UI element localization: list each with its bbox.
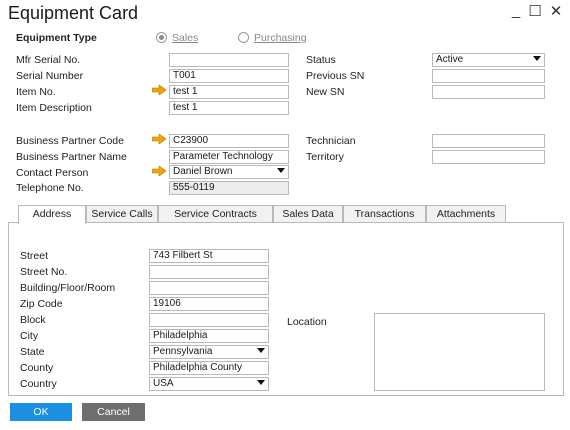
cancel-button[interactable]: Cancel — [82, 403, 145, 421]
state-value: Pennsylvania — [153, 346, 213, 357]
chevron-down-icon — [277, 168, 285, 173]
building-field[interactable] — [149, 281, 269, 295]
city-label: City — [20, 330, 39, 342]
status-label: Status — [306, 54, 336, 66]
zip-code-field[interactable]: 19106 — [149, 297, 269, 311]
purchasing-radio[interactable] — [238, 32, 249, 43]
maximize-icon[interactable]: ☐ — [526, 2, 544, 20]
country-value: USA — [153, 378, 174, 389]
item-description-field[interactable]: test 1 — [169, 101, 289, 115]
block-field[interactable] — [149, 313, 269, 327]
building-label: Building/Floor/Room — [20, 282, 116, 294]
zip-code-label: Zip Code — [20, 298, 63, 310]
minimize-icon[interactable]: _ — [507, 2, 525, 19]
street-field[interactable]: 743 Filbert St — [149, 249, 269, 263]
street-label: Street — [20, 250, 49, 262]
item-no-label: Item No. — [16, 86, 56, 98]
location-field[interactable] — [374, 313, 545, 391]
country-select[interactable]: USA — [149, 377, 269, 391]
bp-code-field[interactable]: C23900 — [169, 134, 289, 148]
technician-label: Technician — [306, 135, 356, 147]
status-value: Active — [436, 54, 464, 65]
county-field[interactable]: Philadelphia County — [149, 361, 269, 375]
tab-address[interactable]: Address — [18, 205, 86, 224]
street-no-field[interactable] — [149, 265, 269, 279]
territory-field[interactable] — [432, 150, 545, 164]
bp-code-label: Business Partner Code — [16, 135, 124, 147]
close-icon[interactable]: ✕ — [547, 2, 565, 20]
sales-radio-label[interactable]: Sales — [172, 32, 198, 44]
contact-person-select[interactable]: Daniel Brown — [169, 165, 289, 179]
contact-person-label: Contact Person — [16, 167, 89, 179]
equipment-type-label: Equipment Type — [16, 32, 97, 44]
state-label: State — [20, 346, 45, 358]
tab-sales-data[interactable]: Sales Data — [273, 205, 343, 223]
telephone-field: 555-0119 — [169, 181, 289, 195]
chevron-down-icon — [257, 380, 265, 385]
tab-service-contracts[interactable]: Service Contracts — [158, 205, 273, 223]
block-label: Block — [20, 314, 46, 326]
territory-label: Territory — [306, 151, 344, 163]
tab-transactions[interactable]: Transactions — [343, 205, 426, 223]
purchasing-radio-label[interactable]: Purchasing — [254, 32, 307, 44]
new-sn-field[interactable] — [432, 85, 545, 99]
city-field[interactable]: Philadelphia — [149, 329, 269, 343]
mfr-serial-field[interactable] — [169, 53, 289, 67]
telephone-label: Telephone No. — [16, 182, 84, 194]
state-select[interactable]: Pennsylvania — [149, 345, 269, 359]
chevron-down-icon — [533, 56, 541, 61]
link-arrow-icon[interactable] — [152, 134, 166, 144]
status-select[interactable]: Active — [432, 53, 545, 67]
serial-number-label: Serial Number — [16, 70, 84, 82]
ok-button[interactable]: OK — [10, 403, 72, 421]
street-no-label: Street No. — [20, 266, 68, 278]
previous-sn-field[interactable] — [432, 69, 545, 83]
sales-radio[interactable] — [156, 32, 167, 43]
county-label: County — [20, 362, 54, 374]
chevron-down-icon — [257, 348, 265, 353]
previous-sn-label: Previous SN — [306, 70, 365, 82]
link-arrow-icon[interactable] — [152, 166, 166, 176]
bp-name-field[interactable]: Parameter Technology — [169, 150, 289, 164]
tab-attachments[interactable]: Attachments — [426, 205, 506, 223]
contact-person-value: Daniel Brown — [173, 166, 233, 177]
item-no-field[interactable]: test 1 — [169, 85, 289, 99]
serial-number-field[interactable]: T001 — [169, 69, 289, 83]
window-title: Equipment Card — [8, 3, 139, 23]
technician-field[interactable] — [432, 134, 545, 148]
link-arrow-icon[interactable] — [152, 85, 166, 95]
mfr-serial-label: Mfr Serial No. — [16, 54, 81, 66]
new-sn-label: New SN — [306, 86, 345, 98]
tab-service-calls[interactable]: Service Calls — [86, 205, 158, 223]
country-label: Country — [20, 378, 57, 390]
location-label: Location — [287, 316, 327, 328]
item-description-label: Item Description — [16, 102, 92, 114]
bp-name-label: Business Partner Name — [16, 151, 127, 163]
